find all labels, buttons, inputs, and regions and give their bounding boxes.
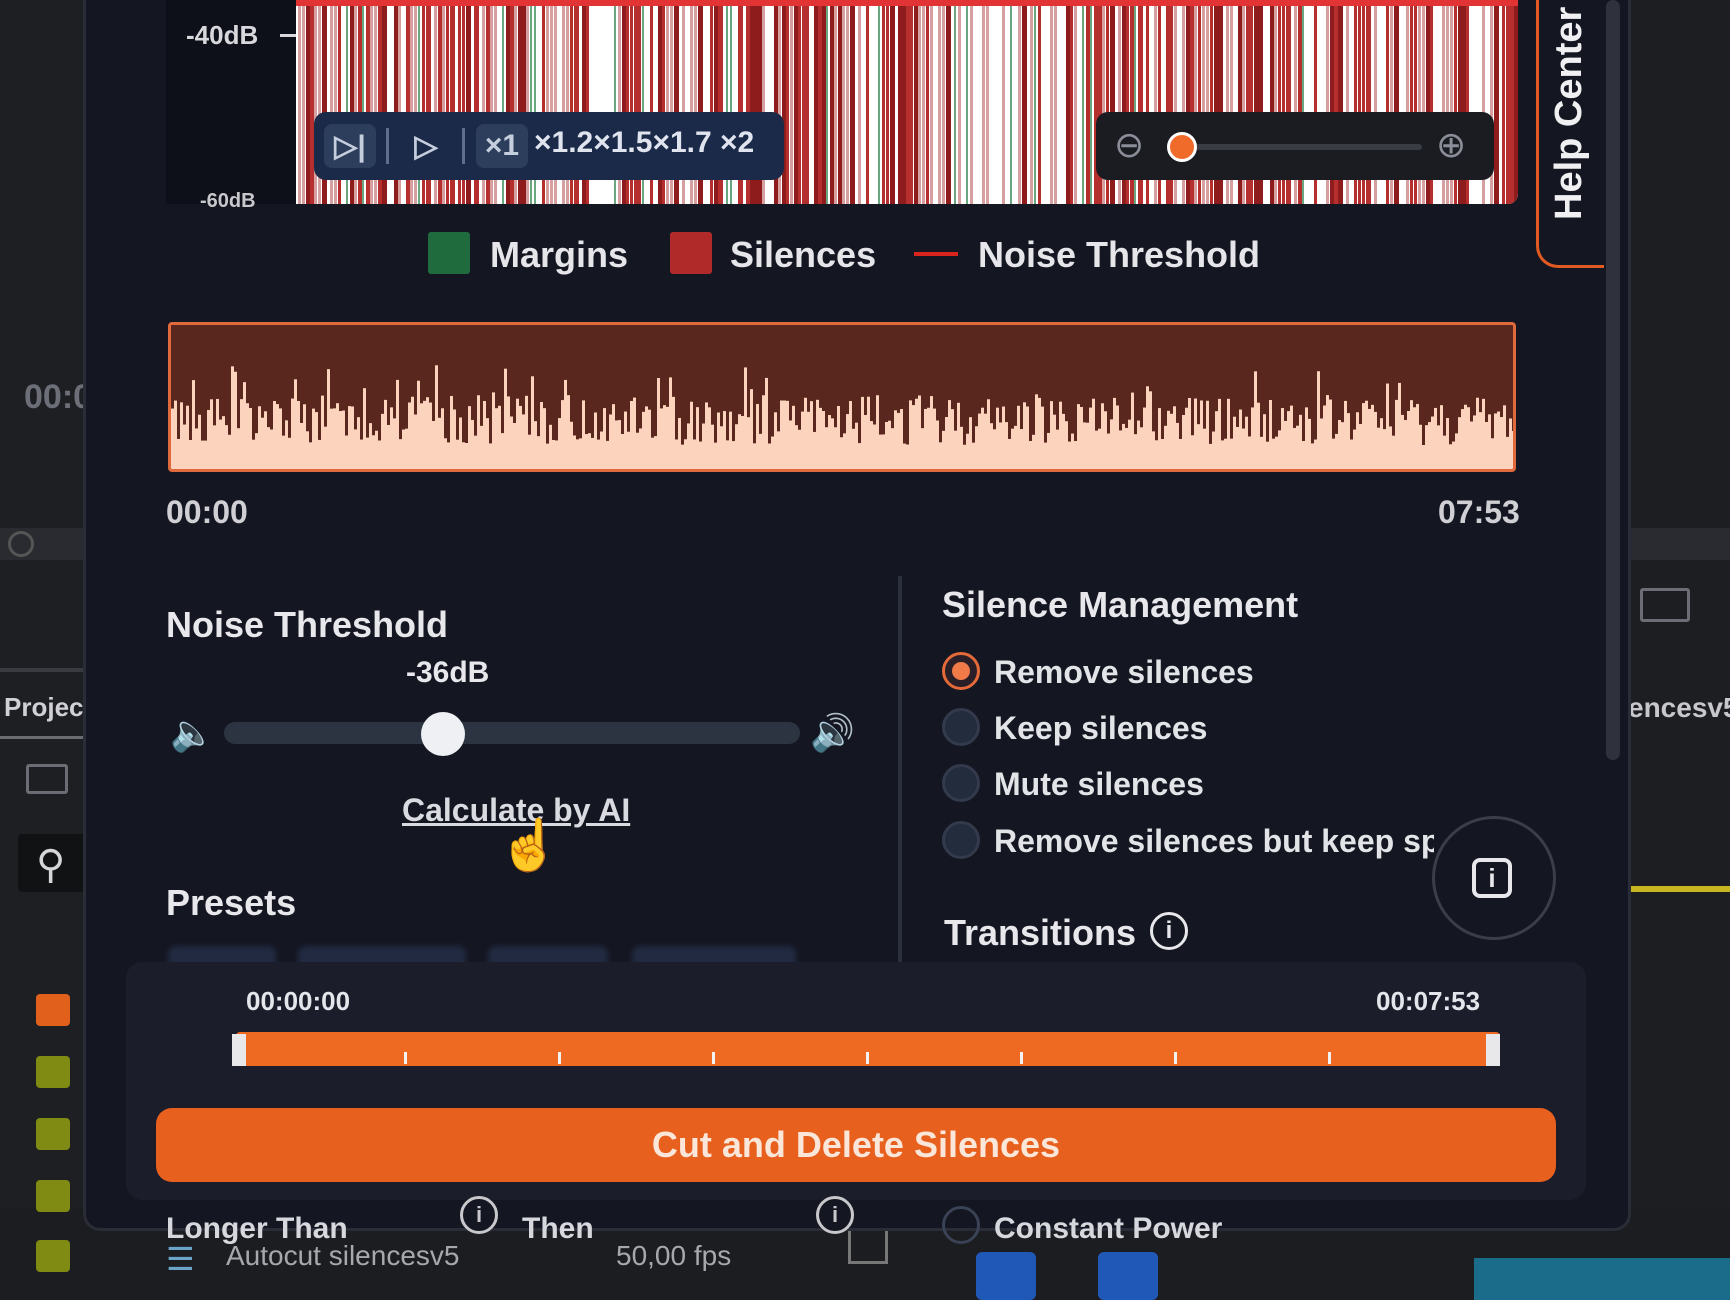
presets-title: Presets xyxy=(166,882,297,923)
db-label-bottom: -60dB xyxy=(200,190,256,212)
transitions-title: Transitions xyxy=(944,912,1137,953)
range-tick xyxy=(404,1052,407,1064)
track-toggle-button[interactable] xyxy=(976,1252,1036,1300)
radio-keep-silences[interactable] xyxy=(942,708,980,746)
background-scrollbar-right[interactable] xyxy=(1628,528,1730,560)
legend-noise-threshold-label: Noise Threshold xyxy=(978,234,1261,275)
volume-low-icon: 🔈 xyxy=(170,712,215,753)
radio-remove-silences[interactable] xyxy=(942,652,980,690)
track-toggle-button[interactable] xyxy=(1098,1252,1158,1300)
project-tab-underline xyxy=(0,736,86,739)
silence-management-title: Silence Management xyxy=(942,584,1299,625)
toolbar-separator xyxy=(386,128,389,164)
label-swatch[interactable] xyxy=(36,994,70,1026)
radio-label[interactable]: Mute silences xyxy=(994,766,1204,803)
timeline-start: 00:00 xyxy=(166,494,248,530)
range-end-handle[interactable] xyxy=(1486,1034,1500,1066)
zoom-slider-track[interactable] xyxy=(1172,144,1422,150)
overview-waveform-bars xyxy=(171,365,1513,469)
legend-margins-swatch xyxy=(428,232,470,274)
legend-margins-label: Margins xyxy=(490,234,629,275)
project-tab[interactable]: Projec xyxy=(4,692,84,723)
background-timecode: 00:0 xyxy=(24,378,93,416)
background-left-panel xyxy=(0,0,86,1300)
toolbar-separator xyxy=(462,128,465,164)
range-start-time: 00:00:00 xyxy=(246,986,351,1016)
scrollbar-handle[interactable] xyxy=(8,531,34,557)
panel-scrollbar[interactable] xyxy=(1606,0,1620,760)
folder-icon[interactable] xyxy=(26,764,68,794)
volume-high-icon: 🔊 xyxy=(810,712,855,753)
clip-thumbnail-icon xyxy=(848,1226,888,1264)
cut-and-delete-silences-button[interactable]: Cut and Delete Silences xyxy=(156,1108,1556,1182)
zoom-out-icon[interactable]: ⊖ xyxy=(1114,124,1144,166)
timeline-clip[interactable] xyxy=(1474,1258,1730,1300)
radio-label[interactable]: Remove silences xyxy=(994,654,1254,691)
speed-options[interactable]: ×1.2×1.5×1.7 ×2 xyxy=(534,126,754,160)
range-end-time: 00:07:53 xyxy=(1376,986,1481,1016)
constant-power-label[interactable]: Constant Power xyxy=(994,1212,1222,1246)
hand-cursor-icon: ☝ xyxy=(498,817,561,873)
label-swatch[interactable] xyxy=(36,1180,70,1212)
background-right-panel xyxy=(1628,0,1730,1300)
radio-label[interactable]: Remove silences but keep spa xyxy=(994,823,1434,860)
column-divider xyxy=(898,576,902,968)
speed-1x-button[interactable]: ×1 xyxy=(476,124,528,168)
range-tick xyxy=(866,1052,869,1064)
radio-mute-silences[interactable] xyxy=(942,764,980,802)
noise-threshold-slider[interactable] xyxy=(224,722,800,744)
export-icon[interactable] xyxy=(1640,588,1690,622)
db-tick xyxy=(280,34,296,37)
range-tick xyxy=(558,1052,561,1064)
label-swatch[interactable] xyxy=(36,1056,70,1088)
legend-silences-label: Silences xyxy=(730,234,877,275)
search-icon[interactable]: ⚲ xyxy=(36,842,65,888)
noise-threshold-title: Noise Threshold xyxy=(166,604,449,645)
range-tick xyxy=(712,1052,715,1064)
legend-noise-threshold-line xyxy=(914,252,958,256)
transitions-info-icon[interactable]: i xyxy=(1150,912,1188,950)
then-label: Then xyxy=(522,1212,594,1245)
help-center-label[interactable]: Help Center xyxy=(1548,7,1591,220)
radio-constant-power[interactable] xyxy=(942,1206,980,1244)
overview-waveform[interactable] xyxy=(168,322,1516,472)
panel-divider xyxy=(0,668,86,672)
longer-than-label: Longer Than xyxy=(166,1212,348,1245)
info-icon[interactable]: i xyxy=(1472,858,1512,898)
timeline-ruler xyxy=(1628,886,1730,892)
noise-threshold-line xyxy=(166,0,1518,6)
db-label-top: -40dB xyxy=(186,20,259,50)
range-start-handle[interactable] xyxy=(232,1034,246,1066)
skip-to-end-icon[interactable]: ▷| xyxy=(324,124,376,168)
zoom-in-icon[interactable]: ⊕ xyxy=(1436,124,1466,166)
radio-label[interactable]: Keep silences xyxy=(994,710,1207,747)
zoom-slider-thumb[interactable] xyxy=(1167,132,1197,162)
label-swatch[interactable] xyxy=(36,1118,70,1150)
range-tick xyxy=(1174,1052,1177,1064)
noise-threshold-slider-thumb[interactable] xyxy=(420,712,465,756)
radio-remove-keep-space[interactable] xyxy=(942,821,980,859)
sequence-clip-label: encesv5 xyxy=(1628,692,1730,723)
label-swatch[interactable] xyxy=(36,1240,70,1272)
longer-than-info-icon[interactable]: i xyxy=(460,1196,498,1234)
timeline-end: 07:53 xyxy=(1438,494,1520,530)
legend-silences-swatch xyxy=(670,232,712,274)
range-tick xyxy=(1328,1052,1331,1064)
noise-threshold-value: -36dB xyxy=(406,656,490,689)
range-tick xyxy=(1020,1052,1023,1064)
clip-fps: 50,00 fps xyxy=(616,1240,732,1271)
play-icon[interactable]: ▷ xyxy=(400,124,452,168)
then-info-icon[interactable]: i xyxy=(816,1196,854,1234)
